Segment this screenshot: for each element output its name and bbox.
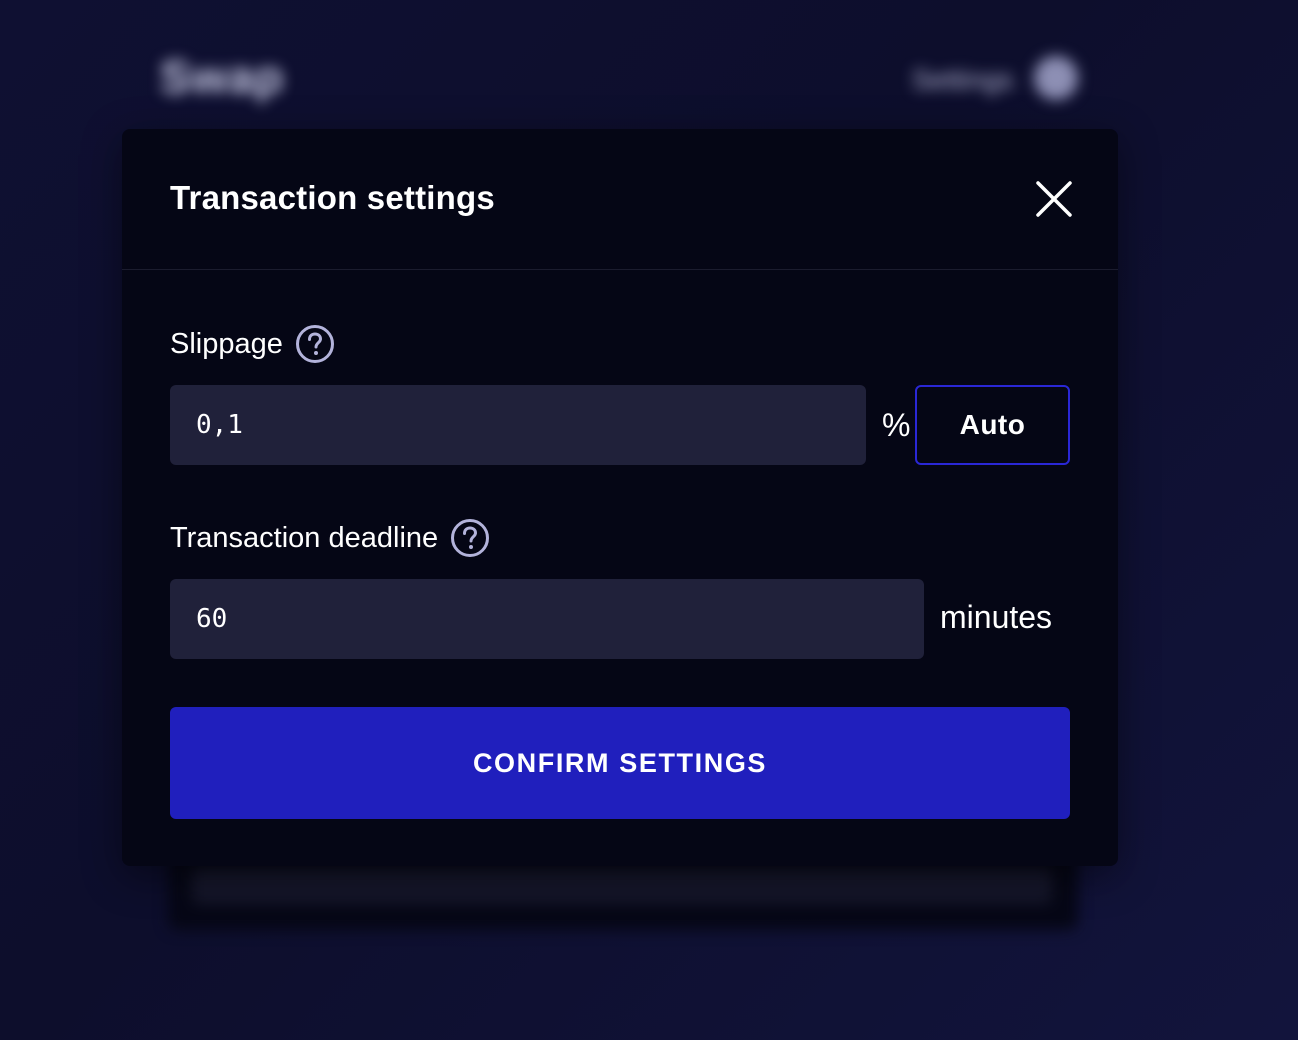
slippage-auto-button[interactable]: Auto xyxy=(915,385,1070,465)
modal-header: Transaction settings xyxy=(122,129,1118,270)
question-circle-icon xyxy=(451,519,490,557)
background-card-row xyxy=(192,868,1052,904)
gear-icon xyxy=(1034,56,1078,100)
background-settings-label: Settings xyxy=(912,64,1014,95)
deadline-label: Transaction deadline xyxy=(170,521,439,554)
slippage-help-icon[interactable] xyxy=(295,324,335,364)
close-button[interactable] xyxy=(1032,177,1076,221)
deadline-help-icon[interactable] xyxy=(450,518,490,558)
slippage-label: Slippage xyxy=(170,327,283,360)
question-circle-icon xyxy=(295,325,334,363)
transaction-settings-modal: Transaction settings Slippage % Auto Tra… xyxy=(122,129,1118,866)
deadline-input[interactable] xyxy=(170,579,924,659)
slippage-label-row: Slippage xyxy=(170,323,335,365)
slippage-unit: % xyxy=(882,407,911,443)
modal-title: Transaction settings xyxy=(170,179,495,216)
background-page-title: Swap xyxy=(160,51,285,103)
deadline-label-row: Transaction deadline xyxy=(170,517,490,559)
slippage-input[interactable] xyxy=(170,385,866,465)
deadline-unit: minutes xyxy=(940,599,1053,635)
close-icon xyxy=(1036,181,1072,217)
confirm-settings-button[interactable]: CONFIRM SETTINGS xyxy=(170,707,1070,819)
